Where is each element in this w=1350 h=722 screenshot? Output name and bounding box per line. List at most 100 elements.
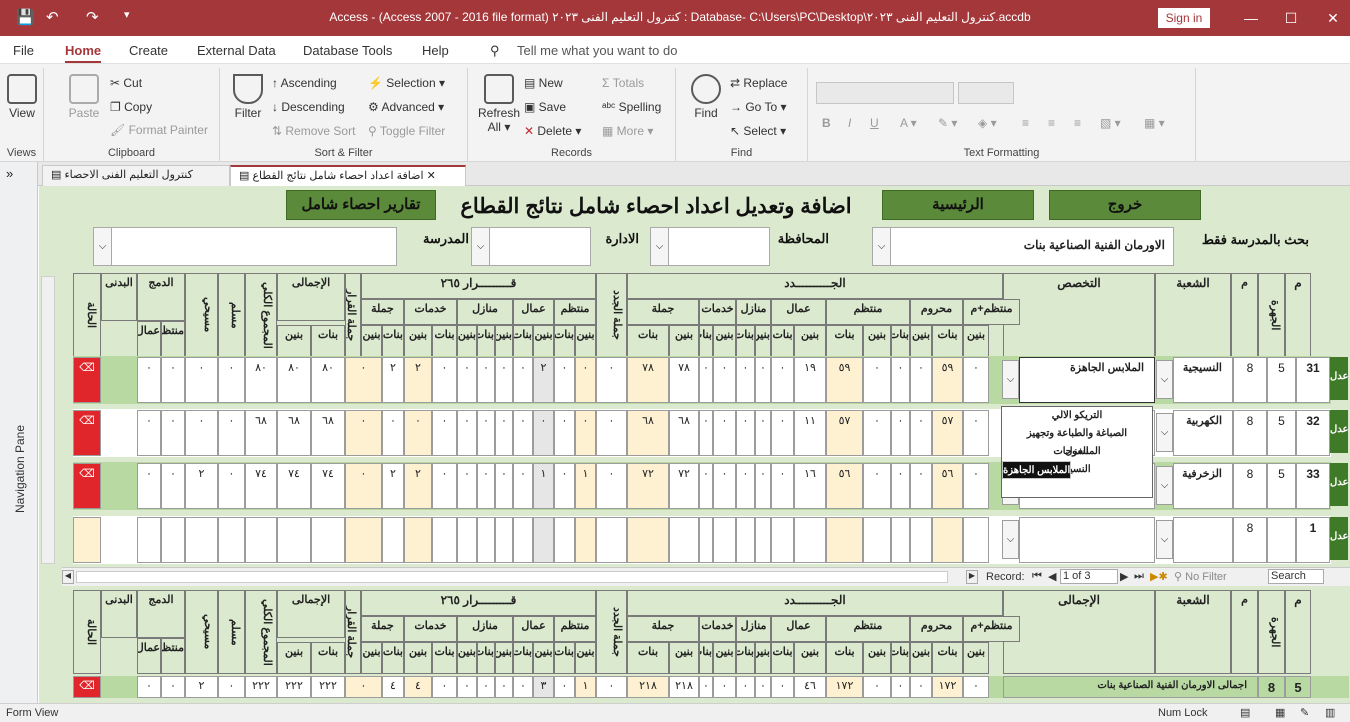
first-record-icon[interactable]: ⏮ bbox=[1032, 570, 1042, 583]
data-cell[interactable]: ٠ bbox=[736, 463, 755, 509]
main-button[interactable]: الرئيسية bbox=[882, 190, 1034, 220]
prev-record-icon[interactable]: ◀ bbox=[1048, 570, 1056, 583]
data-cell[interactable]: ٠ bbox=[771, 463, 794, 509]
data-cell[interactable]: ٠ bbox=[513, 410, 533, 456]
data-cell[interactable]: ١٦ bbox=[794, 463, 826, 509]
save-record-button[interactable]: ▣ Save bbox=[524, 100, 566, 114]
data-cell[interactable]: ٠ bbox=[495, 463, 513, 509]
data-cell[interactable]: ٠ bbox=[457, 463, 477, 509]
no-filter-button[interactable]: ⚲ No Filter bbox=[1174, 570, 1227, 583]
status-cell[interactable]: ⌫ bbox=[73, 357, 101, 403]
data-cell[interactable]: ٠ bbox=[137, 357, 161, 403]
data-cell[interactable] bbox=[277, 517, 311, 563]
data-cell[interactable]: ٥٩ bbox=[826, 357, 863, 403]
data-cell[interactable]: ٠ bbox=[863, 357, 891, 403]
data-cell[interactable]: ٧٤ bbox=[311, 463, 345, 509]
cell-code[interactable]: 8 bbox=[1233, 463, 1267, 509]
toggle-filter-button[interactable]: ⚲ Toggle Filter bbox=[368, 124, 445, 138]
data-cell[interactable]: ٢ bbox=[404, 463, 432, 509]
data-cell[interactable] bbox=[575, 517, 596, 563]
data-cell[interactable]: ٧٤ bbox=[245, 463, 277, 509]
data-cell[interactable]: ٢ bbox=[185, 463, 218, 509]
data-cell[interactable]: ٢ bbox=[382, 357, 404, 403]
data-cell[interactable]: ٦٨ bbox=[277, 410, 311, 456]
cell-m[interactable]: 31 bbox=[1296, 357, 1330, 403]
data-cell[interactable]: ٠ bbox=[736, 357, 755, 403]
data-cell[interactable]: ٨٠ bbox=[245, 357, 277, 403]
close-tab-icon[interactable]: ✕ bbox=[427, 170, 436, 182]
new-record-button[interactable]: ▤ New bbox=[524, 76, 563, 90]
data-cell[interactable]: ٨٠ bbox=[277, 357, 311, 403]
chevron-down-icon[interactable]: ⌵ bbox=[1156, 520, 1173, 559]
data-cell[interactable]: ٢ bbox=[404, 357, 432, 403]
data-cell[interactable] bbox=[533, 517, 554, 563]
data-cell[interactable]: ٠ bbox=[495, 410, 513, 456]
delete-record-button[interactable]: ✕ Delete ▾ bbox=[524, 124, 581, 138]
maximize-button[interactable]: ☐ bbox=[1276, 6, 1306, 30]
data-cell[interactable]: ٠ bbox=[910, 463, 932, 509]
data-cell[interactable]: ٦٨ bbox=[245, 410, 277, 456]
search-input[interactable]: Search bbox=[1268, 569, 1324, 584]
chevron-down-icon[interactable]: ⌵ bbox=[94, 228, 112, 265]
cell-grade[interactable]: 5 bbox=[1267, 463, 1296, 509]
last-record-icon[interactable]: ⏭ bbox=[1134, 570, 1144, 583]
data-cell[interactable] bbox=[554, 517, 575, 563]
more-button[interactable]: ▦ More ▾ bbox=[602, 124, 653, 138]
align-right-icon[interactable]: ≡ bbox=[1074, 116, 1081, 130]
data-cell[interactable]: ١ bbox=[575, 463, 596, 509]
selection-button[interactable]: ⚡ Selection ▾ bbox=[368, 76, 445, 90]
data-cell[interactable]: ٠ bbox=[755, 357, 771, 403]
data-cell[interactable]: ٠ bbox=[404, 410, 432, 456]
data-cell[interactable]: ٠ bbox=[382, 410, 404, 456]
data-cell[interactable] bbox=[627, 517, 669, 563]
view-button[interactable]: View bbox=[4, 74, 40, 120]
data-cell[interactable]: ٠ bbox=[218, 463, 245, 509]
datasheet-view-icon[interactable]: ▥ bbox=[1325, 706, 1335, 719]
data-cell[interactable] bbox=[382, 517, 404, 563]
bold-button[interactable]: B bbox=[822, 116, 831, 130]
cell-m[interactable]: 32 bbox=[1296, 410, 1330, 456]
vertical-scrollbar[interactable] bbox=[41, 276, 55, 564]
cell-division[interactable]: النسيجية bbox=[1173, 357, 1233, 403]
data-cell[interactable]: ٠ bbox=[891, 410, 910, 456]
data-cell[interactable]: ٢ bbox=[533, 357, 554, 403]
data-cell[interactable]: ١٩ bbox=[794, 357, 826, 403]
cell-grade[interactable]: 5 bbox=[1267, 357, 1296, 403]
data-cell[interactable]: ٠ bbox=[161, 410, 185, 456]
highlight-icon[interactable]: ✎ ▾ bbox=[938, 116, 957, 130]
data-cell[interactable]: ٥٧ bbox=[826, 410, 863, 456]
ascending-button[interactable]: ↑ Ascending bbox=[272, 76, 337, 90]
scroll-left-icon[interactable]: ◀ bbox=[62, 570, 74, 584]
data-cell[interactable] bbox=[495, 517, 513, 563]
data-cell[interactable]: ٠ bbox=[554, 357, 575, 403]
next-record-icon[interactable]: ▶ bbox=[1120, 570, 1128, 583]
data-cell[interactable]: ٠ bbox=[713, 463, 736, 509]
data-cell[interactable]: ٠ bbox=[345, 410, 382, 456]
menu-external-data[interactable]: External Data bbox=[197, 43, 276, 58]
data-cell[interactable]: ٠ bbox=[575, 410, 596, 456]
data-cell[interactable]: ٠ bbox=[513, 463, 533, 509]
data-cell[interactable] bbox=[513, 517, 533, 563]
data-cell[interactable]: ٠ bbox=[513, 357, 533, 403]
dropdown-option[interactable]: التريكو الالي bbox=[1002, 407, 1152, 425]
data-cell[interactable]: ٠ bbox=[713, 410, 736, 456]
font-color-icon[interactable]: A ▾ bbox=[900, 116, 917, 130]
data-cell[interactable]: ٠ bbox=[432, 357, 457, 403]
data-cell[interactable]: ٠ bbox=[771, 357, 794, 403]
find-button[interactable]: Find bbox=[690, 74, 722, 120]
edit-record-strip[interactable]: عدل bbox=[1330, 517, 1348, 560]
cut-button[interactable]: ✂ Cut bbox=[110, 76, 142, 90]
data-cell[interactable]: ٠ bbox=[699, 463, 713, 509]
spelling-button[interactable]: ᵃᵇᶜ Spelling bbox=[602, 100, 661, 114]
chevron-down-icon[interactable]: ⌵ bbox=[1156, 413, 1173, 452]
data-cell[interactable]: ٠ bbox=[755, 463, 771, 509]
menu-help[interactable]: Help bbox=[422, 43, 449, 58]
cell-code[interactable]: 8 bbox=[1233, 410, 1267, 456]
refresh-all-button[interactable]: Refresh All ▾ bbox=[476, 74, 522, 134]
data-cell[interactable] bbox=[404, 517, 432, 563]
data-cell[interactable] bbox=[932, 517, 963, 563]
descending-button[interactable]: ↓ Descending bbox=[272, 100, 345, 114]
nav-toggle-icon[interactable]: » bbox=[6, 166, 13, 181]
select-button[interactable]: ↖ Select ▾ bbox=[730, 124, 786, 138]
chevron-down-icon[interactable]: ⌵ bbox=[651, 228, 669, 265]
